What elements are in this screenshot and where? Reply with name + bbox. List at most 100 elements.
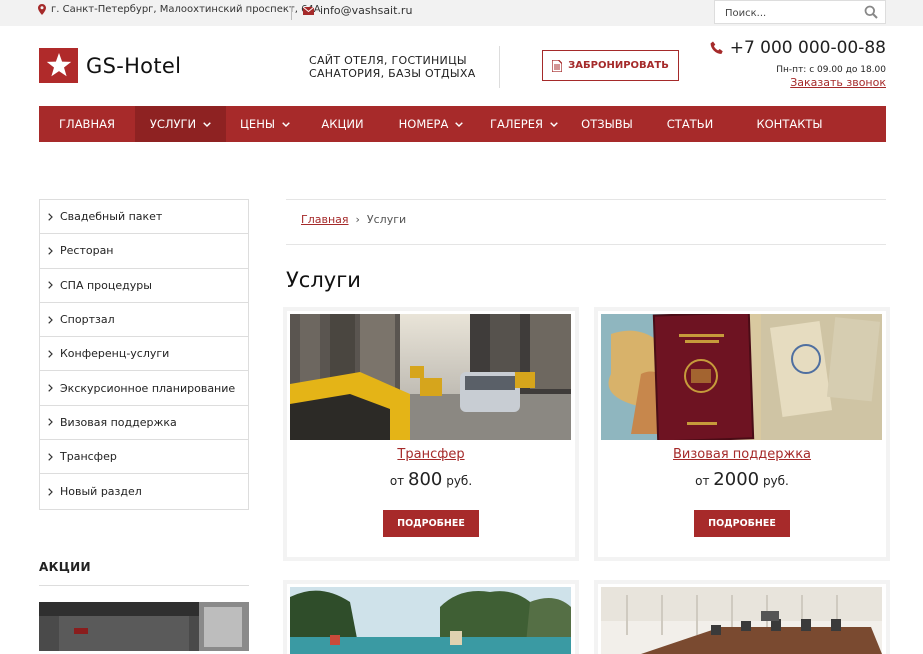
service-card: Визовая поддержка от 2000 руб. ПОДРОБНЕЕ <box>598 311 886 557</box>
sidebar-item-label: Экскурсионное планирование <box>60 381 236 395</box>
service-card <box>598 584 886 654</box>
chevron-right-icon <box>48 350 53 358</box>
chevron-down-icon <box>455 121 464 127</box>
nav-item-label: СТАТЬИ <box>666 117 714 131</box>
divider <box>291 6 292 20</box>
breadcrumb: Главная › Услуги <box>301 213 406 226</box>
nav-item-4[interactable]: НОМЕРА <box>381 106 481 142</box>
price-suffix: руб. <box>762 474 789 488</box>
nav-item-7[interactable]: СТАТЬИ <box>647 106 733 142</box>
chevron-right-icon <box>48 418 53 427</box>
sidebar-item[interactable]: Свадебный пакет <box>40 200 248 235</box>
chevron-right-icon <box>48 452 53 461</box>
breadcrumb-home[interactable]: Главная <box>301 213 349 226</box>
main-nav: ГЛАВНАЯ УСЛУГИ ЦЕНЫ АКЦИИ НОМЕРА ГАЛЕРЕЯ ОТЗЫВ… <box>39 106 886 142</box>
nav-item-label: ЦЕНЫ <box>240 117 275 131</box>
card-price: от 800 руб. <box>287 469 575 490</box>
card-price: от 2000 руб. <box>598 469 886 490</box>
chevron-right-icon <box>48 281 53 289</box>
breadcrumb-separator: › <box>355 213 360 226</box>
details-button[interactable]: ПОДРОБНЕЕ <box>383 510 479 537</box>
card-image[interactable] <box>290 314 571 440</box>
card-title[interactable]: Визовая поддержка <box>598 447 886 462</box>
nav-item-2[interactable]: ЦЕНЫ <box>226 106 304 142</box>
work-hours: Пн-пт: с 09.00 до 18.00 <box>776 65 886 75</box>
price-value: 800 <box>408 469 443 490</box>
tagline: САЙТ ОТЕЛЯ, ГОСТИНИЦЫ САНАТОРИЯ, БАЗЫ ОТ… <box>309 54 476 80</box>
nav-item-6[interactable]: ОТЗЫВЫ <box>567 106 647 142</box>
nav-item-label: КОНТАКТЫ <box>756 117 823 131</box>
chevron-right-icon <box>48 247 53 255</box>
sidebar-item-label: Спортзал <box>60 313 115 327</box>
sidebar-item[interactable]: Визовая поддержка <box>40 406 248 441</box>
chevron-right-icon <box>48 315 53 324</box>
chevron-right-icon <box>48 384 53 392</box>
promo-image[interactable] <box>39 602 249 651</box>
search-icon[interactable] <box>864 5 878 19</box>
card-image[interactable] <box>290 587 571 654</box>
sidebar-item-label: Визовая поддержка <box>60 415 177 429</box>
address-text: г. Санкт-Петербург, Малоохтинский проспе… <box>51 4 321 15</box>
page-title: Услуги <box>286 268 361 292</box>
search-input[interactable] <box>715 2 855 25</box>
nav-item-label: АКЦИИ <box>321 117 364 131</box>
nav-item-5[interactable]: ГАЛЕРЕЯ <box>481 106 567 142</box>
nav-item-label: ГАЛЕРЕЯ <box>490 117 543 131</box>
price-prefix: от <box>389 474 405 488</box>
card-image[interactable] <box>601 587 882 654</box>
sidebar-item-label: СПА процедуры <box>60 278 152 292</box>
search-box <box>714 0 886 25</box>
promo-title: АКЦИИ <box>39 560 91 574</box>
sidebar-item[interactable]: Конференц-услуги <box>40 337 248 372</box>
book-button-label: ЗАБРОНИРОВАТЬ <box>568 60 669 71</box>
sidebar-item-label: Трансфер <box>60 450 117 464</box>
nav-item-label: УСЛУГИ <box>149 117 197 131</box>
divider <box>499 46 500 88</box>
nav-item-3[interactable]: АКЦИИ <box>304 106 381 142</box>
document-icon <box>552 59 563 72</box>
divider <box>286 199 886 200</box>
service-card <box>287 584 575 654</box>
sidebar-item-label: Новый раздел <box>60 485 142 499</box>
sidebar-item-label: Свадебный пакет <box>60 210 163 224</box>
sidebar-item[interactable]: Экскурсионное планирование <box>40 371 248 406</box>
star-icon <box>39 48 78 83</box>
phone-icon <box>710 41 723 54</box>
logo-text: GS-Hotel <box>86 53 182 78</box>
phone: +7 000 000-00-88 <box>710 38 886 58</box>
card-title[interactable]: Трансфер <box>287 447 575 462</box>
card-image[interactable] <box>601 314 882 440</box>
price-suffix: руб. <box>446 474 473 488</box>
chevron-down-icon <box>203 121 211 127</box>
price-value: 2000 <box>713 469 760 490</box>
map-pin-icon <box>38 4 46 15</box>
nav-item-8[interactable]: КОНТАКТЫ <box>733 106 846 142</box>
sidebar-item[interactable]: Трансфер <box>40 440 248 475</box>
nav-item-1[interactable]: УСЛУГИ <box>135 106 226 142</box>
chevron-down-icon <box>550 121 558 127</box>
divider <box>286 244 886 245</box>
phone-number: +7 000 000-00-88 <box>729 38 886 58</box>
divider <box>39 585 249 586</box>
chevron-right-icon <box>48 212 53 221</box>
book-button[interactable]: ЗАБРОНИРОВАТЬ <box>542 50 679 81</box>
nav-item-label: НОМЕРА <box>398 117 449 131</box>
callback-link[interactable]: Заказать звонок <box>790 76 886 89</box>
nav-item-0[interactable]: ГЛАВНАЯ <box>39 106 135 142</box>
sidebar-item-label: Ресторан <box>60 244 114 258</box>
nav-item-label: ГЛАВНАЯ <box>59 117 115 131</box>
service-card: Трансфер от 800 руб. ПОДРОБНЕЕ <box>287 311 575 557</box>
breadcrumb-current: Услуги <box>366 213 407 226</box>
email-link[interactable]: info@vashsait.ru <box>303 4 412 17</box>
tagline-line1: САЙТ ОТЕЛЯ, ГОСТИНИЦЫ <box>309 54 467 67</box>
logo[interactable]: GS-Hotel <box>39 48 181 83</box>
sidebar-item[interactable]: СПА процедуры <box>40 269 248 303</box>
details-button[interactable]: ПОДРОБНЕЕ <box>694 510 790 537</box>
sidebar-item[interactable]: Ресторан <box>40 234 248 269</box>
email-text: info@vashsait.ru <box>320 4 413 17</box>
price-prefix: от <box>695 474 710 488</box>
sidebar-item[interactable]: Новый раздел <box>40 474 248 508</box>
sidebar-item[interactable]: Спортзал <box>40 303 248 338</box>
tagline-line2: САНАТОРИЯ, БАЗЫ ОТДЫХА <box>309 67 476 80</box>
sidebar-menu: Свадебный пакет Ресторан СПА процедуры Спор… <box>39 199 249 510</box>
